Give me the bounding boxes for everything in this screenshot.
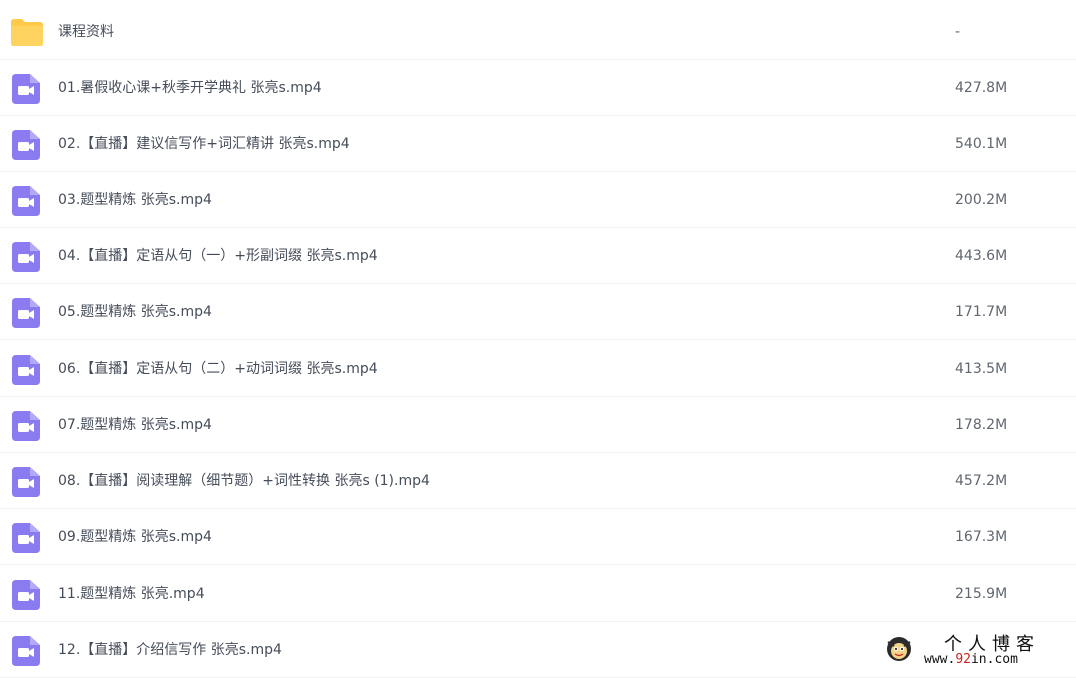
watermark: 个人博客 www.92in.com bbox=[884, 630, 1070, 670]
video-file-icon bbox=[12, 523, 40, 553]
file-size: 457.2M bbox=[955, 473, 1008, 489]
video-file-icon bbox=[12, 580, 40, 610]
video-file-icon bbox=[12, 242, 40, 272]
file-name[interactable]: 08.【直播】阅读理解（细节题）+词性转换 张亮s (1).mp4 bbox=[58, 453, 430, 509]
file-list: 课程资料 - 01.暑假收心课+秋季开学典礼 张亮s.mp4 427.8M 02.【直播… bbox=[0, 0, 1076, 678]
file-size: 427.8M bbox=[955, 80, 1008, 96]
watermark-url-prefix: www. bbox=[924, 652, 956, 667]
video-file-icon bbox=[12, 411, 40, 441]
file-row[interactable]: 04.【直播】定语从句（一）+形副词缀 张亮s.mp4 443.6M bbox=[0, 228, 1076, 284]
file-name[interactable]: 04.【直播】定语从句（一）+形副词缀 张亮s.mp4 bbox=[58, 228, 378, 284]
video-file-icon bbox=[12, 355, 40, 385]
watermark-url-suffix: in.com bbox=[970, 652, 1018, 667]
file-size: 413.5M bbox=[955, 361, 1008, 377]
file-row[interactable]: 11.题型精炼 张亮.mp4 215.9M bbox=[0, 566, 1076, 622]
watermark-url-accent: 92 bbox=[955, 652, 971, 667]
file-row[interactable]: 05.题型精炼 张亮s.mp4 171.7M bbox=[0, 284, 1076, 340]
folder-row[interactable]: 课程资料 - bbox=[0, 4, 1076, 60]
mascot-logo-icon bbox=[887, 637, 911, 661]
file-name[interactable]: 02.【直播】建议信写作+词汇精讲 张亮s.mp4 bbox=[58, 116, 350, 172]
file-row[interactable]: 06.【直播】定语从句（二）+动词词缀 张亮s.mp4 413.5M bbox=[0, 341, 1076, 397]
file-size: 540.1M bbox=[955, 136, 1008, 152]
file-name[interactable]: 01.暑假收心课+秋季开学典礼 张亮s.mp4 bbox=[58, 60, 322, 116]
video-file-icon bbox=[12, 636, 40, 666]
file-name[interactable]: 09.题型精炼 张亮s.mp4 bbox=[58, 509, 212, 565]
file-row[interactable]: 01.暑假收心课+秋季开学典礼 张亮s.mp4 427.8M bbox=[0, 60, 1076, 116]
file-name[interactable]: 03.题型精炼 张亮s.mp4 bbox=[58, 172, 212, 228]
file-name[interactable]: 06.【直播】定语从句（二）+动词词缀 张亮s.mp4 bbox=[58, 341, 378, 397]
file-size: 215.9M bbox=[955, 586, 1008, 602]
file-row[interactable]: 09.题型精炼 张亮s.mp4 167.3M bbox=[0, 509, 1076, 565]
file-size: 167.3M bbox=[955, 529, 1008, 545]
file-row[interactable]: 07.题型精炼 张亮s.mp4 178.2M bbox=[0, 397, 1076, 453]
file-size: 443.6M bbox=[955, 248, 1008, 264]
file-size: 178.2M bbox=[955, 417, 1008, 433]
file-name[interactable]: 课程资料 bbox=[58, 4, 114, 60]
video-file-icon bbox=[12, 467, 40, 497]
file-name[interactable]: 07.题型精炼 张亮s.mp4 bbox=[58, 397, 212, 453]
file-name[interactable]: 12.【直播】介绍信写作 张亮s.mp4 bbox=[58, 622, 282, 678]
video-file-icon bbox=[12, 130, 40, 160]
video-file-icon bbox=[12, 186, 40, 216]
file-size: - bbox=[955, 24, 961, 40]
file-size: 171.7M bbox=[955, 304, 1008, 320]
file-name[interactable]: 11.题型精炼 张亮.mp4 bbox=[58, 566, 205, 622]
file-row[interactable]: 02.【直播】建议信写作+词汇精讲 张亮s.mp4 540.1M bbox=[0, 116, 1076, 172]
watermark-url: www.92in.com bbox=[924, 652, 1018, 667]
file-row[interactable]: 08.【直播】阅读理解（细节题）+词性转换 张亮s (1).mp4 457.2M bbox=[0, 453, 1076, 509]
folder-icon bbox=[10, 17, 43, 47]
file-name[interactable]: 05.题型精炼 张亮s.mp4 bbox=[58, 284, 212, 340]
file-row[interactable]: 03.题型精炼 张亮s.mp4 200.2M bbox=[0, 172, 1076, 228]
file-size: 200.2M bbox=[955, 192, 1008, 208]
video-file-icon bbox=[12, 298, 40, 328]
video-file-icon bbox=[12, 74, 40, 104]
